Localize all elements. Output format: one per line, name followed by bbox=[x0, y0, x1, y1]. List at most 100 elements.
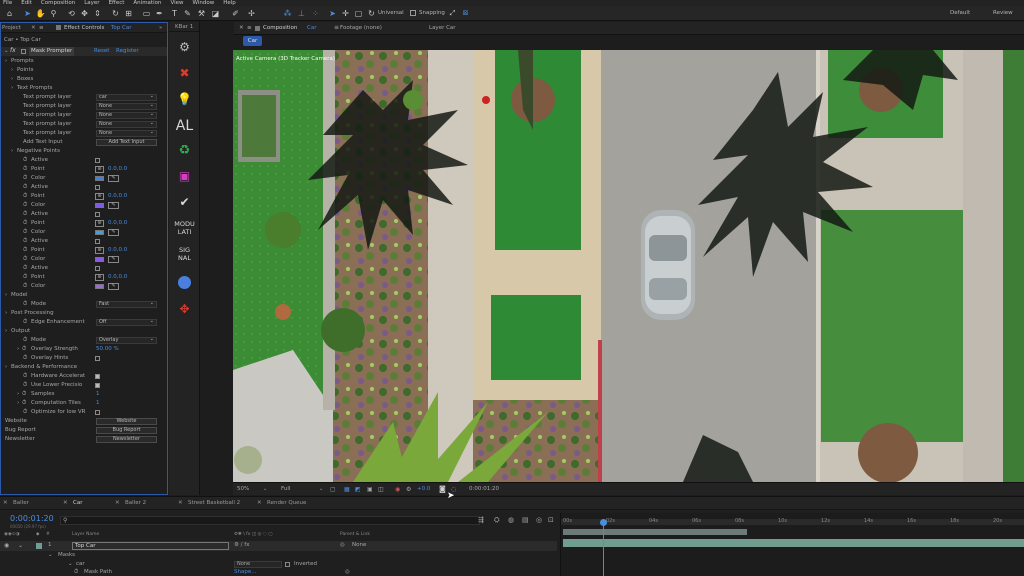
property-checkbox[interactable] bbox=[95, 410, 100, 415]
close-icon[interactable]: ✕ bbox=[3, 500, 8, 506]
property-row[interactable]: ⏱ Overlay Hints bbox=[1, 354, 167, 363]
stopwatch-icon[interactable]: ⏱ bbox=[22, 345, 26, 354]
twirl-icon[interactable]: › bbox=[17, 345, 19, 354]
twirl-down-icon[interactable]: ⌄ bbox=[68, 561, 73, 567]
move-3d-icon[interactable]: ✛ bbox=[340, 8, 351, 19]
snapshot-camera-icon[interactable]: ◙ bbox=[439, 485, 446, 493]
timeline-track-area[interactable]: 00s 02s 04s 06s 08s 10s 12s 14s 16s 18s 20s bbox=[560, 513, 1024, 576]
panel-overflow-icon[interactable]: » bbox=[159, 23, 162, 32]
twirl-icon[interactable]: › bbox=[11, 147, 13, 156]
region-of-interest-icon[interactable]: ▢ bbox=[330, 486, 336, 493]
footage-tab[interactable]: Footage (none) bbox=[340, 25, 382, 31]
3d-view-icon[interactable]: ⁘ bbox=[310, 8, 321, 19]
property-row[interactable]: › Points bbox=[1, 66, 167, 75]
stopwatch-icon[interactable]: ⏱ bbox=[23, 318, 27, 327]
color-channel-icon[interactable]: ◉ bbox=[395, 486, 400, 493]
property-row[interactable]: › Text Prompts bbox=[1, 84, 167, 93]
circle-button-icon[interactable] bbox=[178, 276, 191, 289]
property-row[interactable]: › Prompts bbox=[1, 57, 167, 66]
parent-pickwhip-icon[interactable]: ◎ bbox=[340, 542, 345, 548]
layer-tab[interactable]: Layer Car bbox=[429, 25, 456, 31]
property-row[interactable]: Text prompt layer None bbox=[1, 111, 167, 120]
property-row[interactable]: Text prompt layer car bbox=[1, 93, 167, 102]
effect-enable-icon[interactable] bbox=[21, 49, 26, 54]
pan-camera-tool-icon[interactable]: ✥ bbox=[79, 8, 90, 19]
property-dropdown[interactable]: Fast bbox=[96, 301, 157, 308]
signal-button[interactable]: SIG NAL bbox=[169, 246, 200, 262]
property-row[interactable]: ⏱ Color ✎ bbox=[1, 282, 167, 291]
menu-icon[interactable]: ≡ bbox=[247, 25, 252, 31]
layer-name-field[interactable]: Top Car bbox=[72, 542, 229, 550]
timeline-tab[interactable]: Render Queue bbox=[267, 500, 306, 506]
timeline-search-input[interactable]: ⚲ bbox=[60, 516, 480, 525]
snap-align-icon[interactable]: ⊠ bbox=[460, 8, 471, 19]
graph-editor-icon[interactable]: ⊡ bbox=[548, 516, 554, 524]
cursor-3d-icon[interactable]: ➤ bbox=[327, 8, 338, 19]
property-row[interactable]: ⏱ Hardware Accelerat bbox=[1, 372, 167, 381]
rotation-tool-icon[interactable]: ↻ bbox=[110, 8, 121, 19]
property-row[interactable]: › Negative Points bbox=[1, 147, 167, 156]
property-row[interactable]: › ⏱ Overlay Strength 50.00 % bbox=[1, 345, 167, 354]
hand-tool-icon[interactable]: ✋ bbox=[35, 8, 46, 19]
numeric-value[interactable]: 50.00 % bbox=[96, 345, 119, 354]
overflow-icon[interactable]: ≡ bbox=[334, 24, 339, 31]
property-row[interactable]: ⏱ Active bbox=[1, 237, 167, 246]
puppet-tool-icon[interactable]: ✢ bbox=[246, 8, 257, 19]
transparency-grid-icon[interactable]: ▦ bbox=[344, 486, 350, 493]
lightbulb-icon[interactable]: 💡 bbox=[169, 92, 200, 106]
project-tab[interactable]: Project bbox=[2, 23, 21, 32]
zoom-tool-icon[interactable]: ⚲ bbox=[48, 8, 59, 19]
layer-row[interactable]: ◉ ⌄ 1 Top Car ⚙ / fx ◎ None bbox=[0, 541, 557, 551]
visibility-eye-icon[interactable]: ◉ bbox=[4, 542, 9, 549]
property-row[interactable]: Text prompt layer None bbox=[1, 120, 167, 129]
stopwatch-icon[interactable]: ⏱ bbox=[23, 228, 27, 237]
scale-3d-icon[interactable]: ▢ bbox=[353, 8, 364, 19]
effect-controls-tab[interactable]: Effect Controls bbox=[64, 23, 104, 32]
property-dropdown[interactable]: None bbox=[96, 121, 157, 128]
property-dropdown[interactable]: None bbox=[96, 130, 157, 137]
stopwatch-icon[interactable]: ⏱ bbox=[23, 381, 27, 390]
type-tool-icon[interactable]: T bbox=[169, 8, 180, 19]
mask-path-pickwhip-icon[interactable]: ◎ bbox=[345, 569, 350, 575]
eyedropper-icon[interactable]: ✎ bbox=[108, 229, 119, 236]
stopwatch-icon[interactable]: ⏱ bbox=[23, 408, 27, 417]
chevron-down-icon[interactable]: ⌄ bbox=[319, 486, 323, 492]
crosshair-icon[interactable]: ⊕ bbox=[95, 166, 104, 173]
property-row[interactable]: ⏱ Point ⊕ 0.0,0.0 bbox=[1, 273, 167, 282]
property-row[interactable]: ⏱ Use Lower Precisio bbox=[1, 381, 167, 390]
point-value[interactable]: 0.0,0.0 bbox=[108, 165, 127, 174]
brush-tool-icon[interactable]: ✎ bbox=[182, 8, 193, 19]
property-row[interactable]: ⏱ Point ⊕ 0.0,0.0 bbox=[1, 165, 167, 174]
color-manage-icon[interactable]: ⚙ bbox=[406, 486, 411, 493]
stopwatch-icon[interactable]: ⏱ bbox=[23, 219, 27, 228]
stopwatch-icon[interactable]: ⏱ bbox=[74, 569, 78, 576]
property-dropdown[interactable]: Off bbox=[96, 319, 157, 326]
property-row[interactable]: ⏱ Active bbox=[1, 210, 167, 219]
point-value[interactable]: 0.0,0.0 bbox=[108, 273, 127, 282]
timeline-tab[interactable]: Street Basketball 2 bbox=[188, 500, 240, 506]
property-button[interactable]: Website bbox=[96, 418, 157, 425]
eyedropper-icon[interactable]: ✎ bbox=[108, 175, 119, 182]
selection-tool-icon[interactable]: ➤ bbox=[22, 8, 33, 19]
rectangle-tool-icon[interactable]: ▭ bbox=[141, 8, 152, 19]
composition-tab[interactable]: Composition bbox=[263, 25, 297, 31]
stopwatch-icon[interactable]: ⏱ bbox=[23, 300, 27, 309]
property-row[interactable]: ⏱ Active bbox=[1, 156, 167, 165]
mask-row[interactable]: ⌄ car None Inverted bbox=[0, 560, 557, 569]
stopwatch-icon[interactable]: ⏱ bbox=[23, 372, 27, 381]
pen-tool-icon[interactable]: ✒ bbox=[154, 8, 165, 19]
clone-stamp-tool-icon[interactable]: ⚒ bbox=[196, 8, 207, 19]
property-row[interactable]: › Backend & Performance bbox=[1, 363, 167, 372]
modulation-button[interactable]: MODU LATI bbox=[169, 220, 200, 236]
color-swatch[interactable] bbox=[95, 176, 104, 181]
property-row[interactable]: › ⏱ Samples 1 bbox=[1, 390, 167, 399]
stopwatch-icon[interactable]: ⏱ bbox=[23, 336, 27, 345]
stopwatch-icon[interactable]: ⏱ bbox=[23, 183, 27, 192]
dolly-camera-tool-icon[interactable]: ⇕ bbox=[92, 8, 103, 19]
property-dropdown[interactable]: None bbox=[96, 103, 157, 110]
crosshair-icon[interactable]: ⊕ bbox=[95, 247, 104, 254]
menu-icon[interactable]: ≡ bbox=[39, 23, 44, 32]
twirl-icon[interactable]: › bbox=[5, 291, 7, 300]
close-icon[interactable]: ✕ bbox=[115, 500, 120, 506]
property-row[interactable]: ⏱ Active bbox=[1, 264, 167, 273]
